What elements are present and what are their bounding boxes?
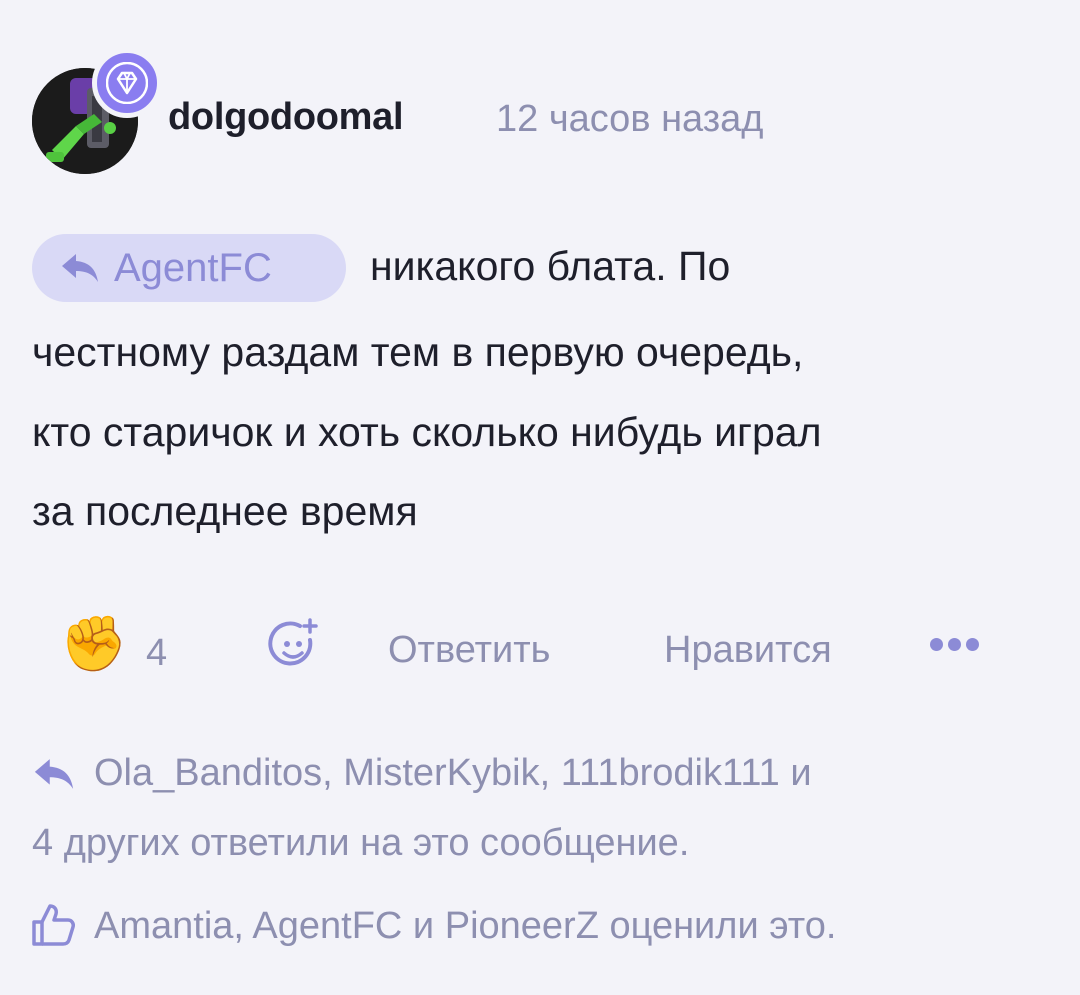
like-button[interactable]: Нравится [664,629,832,672]
message-line: кто старичок и хоть сколько нибудь играл [32,409,822,455]
timestamp: 12 часов назад [496,98,764,140]
message-line: за последнее время [32,488,418,534]
smiley-plus-icon[interactable] [266,614,326,674]
more-dots-icon[interactable] [930,638,979,651]
raised-fist-emoji[interactable]: ✊ [60,617,127,671]
replies-summary-line[interactable]: 4 других ответили на это сообщение. [32,822,689,865]
reply-button[interactable]: Ответить [388,629,550,672]
diamond-icon [106,62,148,104]
message-line: честному раздам тем в первую очередь, [32,329,804,375]
username[interactable]: dolgodoomal [168,96,404,139]
reply-to-chip[interactable]: AgentFC [32,234,346,302]
likes-summary[interactable]: Amantia, AgentFC и PioneerZ оценили это. [94,905,836,948]
reply-arrow-icon [62,254,98,282]
comment-card: dolgodoomal 12 часов назад AgentFC никак… [0,0,1080,995]
reaction-count: 4 [146,632,168,674]
reply-arrow-icon [34,759,74,789]
reply-to-username: AgentFC [114,245,272,290]
thumbs-up-icon [32,904,75,946]
replies-summary-line[interactable]: Ola_Banditos, MisterKybik, 111brodik111 … [94,752,812,795]
message-line: никакого блата. По [370,243,731,289]
premium-badge [92,48,162,118]
